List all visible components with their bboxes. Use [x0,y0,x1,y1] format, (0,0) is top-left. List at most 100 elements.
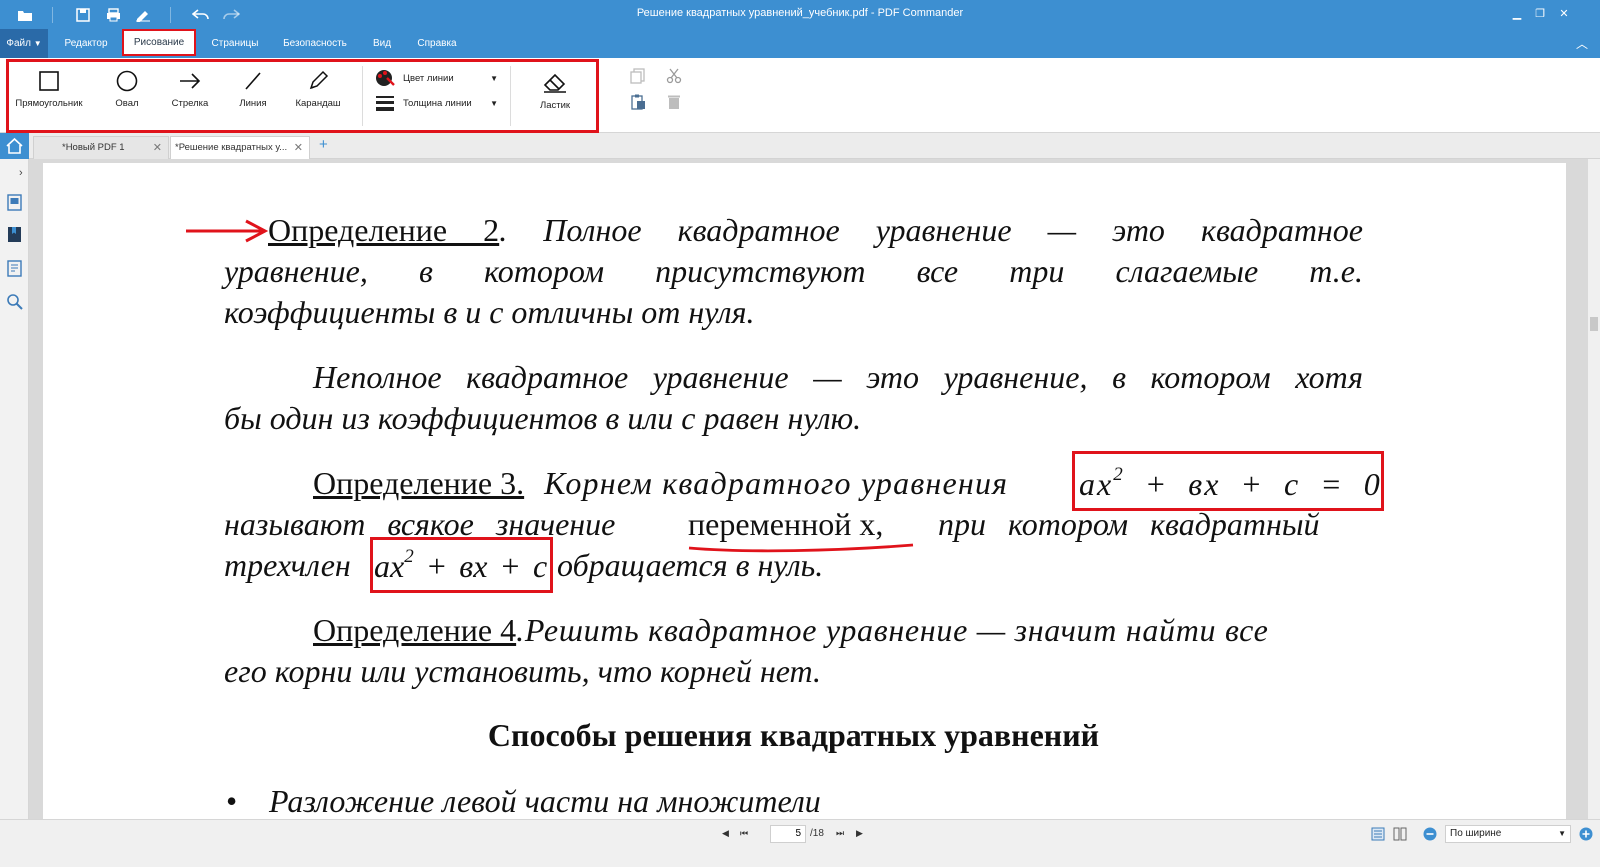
zoom-in-icon[interactable] [1579,827,1593,841]
expand-panel-icon[interactable]: › [19,167,23,179]
menu-pages[interactable]: Страницы [200,29,270,58]
arrow-tool[interactable]: Стрелка [155,70,225,118]
pdf-page: Определение 2. Полное квадратное уравнен… [43,163,1566,819]
pencil-icon [309,70,329,90]
menu-editor[interactable]: Редактор [52,29,120,58]
zoom-select[interactable]: По ширине ▼ [1445,825,1571,843]
oval-tool[interactable]: Овал [92,70,162,118]
menu-file[interactable]: Файл ▼ [0,29,48,58]
annotations-icon[interactable] [6,260,23,277]
paragraph-4-line-1: Определение 4.Решить квадратное уравнени… [313,612,1269,649]
arrow-label: Стрелка [171,98,209,109]
restore-icon[interactable]: ❐ [1531,5,1549,23]
chevron-down-icon: ▼ [490,73,498,83]
line-width-dropdown[interactable]: Толщина линии ▼ [375,93,500,113]
line-color-label: Цвет линии [403,72,454,84]
chevron-down-icon: ▼ [1558,829,1566,838]
menu-security[interactable]: Безопасность [275,29,355,58]
rectangle-icon [39,71,59,91]
first-page-icon[interactable]: ⏮ [740,828,748,839]
copy-icon[interactable] [630,68,646,84]
pencil-tool[interactable]: Карандаш [283,70,353,118]
zoom-value: По ширине [1450,828,1502,839]
last-page-icon[interactable]: ⏭ [836,828,844,839]
oval-label: Овал [115,98,139,109]
scroll-thumb[interactable] [1590,317,1598,331]
bookmarks-icon[interactable] [6,226,23,243]
tab-active-document[interactable]: *Решение квадратных у... ✕ [170,136,310,159]
paragraph-3-line-2-c: при котором квадратный [938,506,1320,542]
close-tab-icon[interactable]: ✕ [153,137,162,159]
definition-4-label: Определение 4 [313,612,517,648]
paragraph-3-line-1: Определение 3. Корнем квадратного уравне… [313,465,1008,502]
menu-view[interactable]: Вид [362,29,402,58]
tab-label: *Новый PDF 1 [62,142,125,153]
new-tab-button[interactable]: + [319,136,328,153]
line-label: Линия [239,98,267,109]
chevron-down-icon: ▼ [490,98,498,108]
palette-icon [376,70,395,86]
home-button[interactable] [0,133,29,159]
delete-icon[interactable] [666,94,682,110]
line-width-label: Толщина линии [403,97,472,109]
page-total: /18 [810,828,824,839]
paragraph-3-text: Корнем квадратного уравнения [544,465,1009,501]
document-viewport: Определение 2. Полное квадратное уравнен… [29,159,1588,819]
home-icon [6,137,23,154]
pencil-label: Карандаш [295,98,341,109]
bullet-marker: • [226,783,238,819]
tab-new-pdf[interactable]: *Новый PDF 1 ✕ [33,136,169,159]
next-page-icon[interactable]: ▶ [856,828,863,839]
two-page-view-icon[interactable] [1393,827,1407,841]
minimize-icon[interactable]: ▁ [1508,5,1526,23]
eraser-icon [543,73,566,93]
paragraph-2-line-2: бы один из коэффициентов в или с равен н… [224,400,862,436]
section-heading: Способы решения квадратных уравнений [487,717,1100,753]
title-bar: Решение квадратных уравнений_учебник.pdf… [0,0,1600,29]
menu-file-label: Файл [6,38,31,49]
close-tab-icon[interactable]: ✕ [294,137,303,159]
tab-label: *Решение квадратных у... [175,142,288,153]
left-rail: › [0,133,29,853]
single-page-view-icon[interactable] [1371,827,1385,841]
thumbnails-icon[interactable] [6,194,23,211]
line-width-icon [376,96,394,111]
chevron-down-icon: ▼ [33,39,42,48]
paragraph-1-line-2: уравнение, в котором присутствуют все тр… [224,253,1363,289]
paragraph-4-line-2: его корни или установить, что корней нет… [224,653,821,689]
rectangle-tool[interactable]: Прямоугольник [14,70,84,118]
page-number-input[interactable]: 5 [770,825,806,843]
eraser-label: Ластик [539,100,571,111]
line-tool[interactable]: Линия [218,70,288,118]
paragraph-3-line-3-a: трехчлен [224,547,351,583]
paragraph-4-text: .Решить квадратное уравнение — значит на… [516,612,1269,648]
zoom-out-icon[interactable] [1423,827,1437,841]
menu-help[interactable]: Справка [409,29,465,58]
line-icon [245,72,261,90]
eraser-tool[interactable]: Ластик [520,70,590,118]
prev-page-icon[interactable]: ◀ [722,828,729,839]
paragraph-3-line-3-b: обращается в нуль. [557,547,824,583]
window-title: Решение квадратных уравнений_учебник.pdf… [636,7,964,19]
cut-icon[interactable] [666,68,682,84]
ribbon-separator [510,66,511,126]
document-tab-bar: *Новый PDF 1 ✕ *Решение квадратных у... … [29,133,1600,159]
collapse-ribbon-icon[interactable]: ︿ [1576,35,1588,52]
close-icon[interactable]: ✕ [1555,5,1573,23]
vertical-scrollbar[interactable] [1588,159,1600,819]
definition-3-label: Определение 3. [313,465,525,501]
paste-icon[interactable] [630,94,646,110]
expression-highlight-box[interactable] [370,537,553,593]
rectangle-label: Прямоугольник [15,98,83,109]
status-bar: ◀ ⏮ 5 /18 ⏭ ▶ По ширине ▼ [0,819,1600,867]
paragraph-1-line-3: коэффициенты в и с отличны от нуля. [224,294,755,330]
menu-bar: Файл ▼ Редактор Рисование Страницы Безоп… [0,29,1600,58]
paragraph-1-text: . Полное квадратное уравнение — это квад… [499,212,1364,248]
search-icon[interactable] [6,293,23,310]
arrow-icon [180,73,201,89]
oval-icon [116,70,138,92]
definition-2-label: Определение 2 [268,212,500,248]
menu-drawing[interactable]: Рисование [122,29,196,56]
line-color-dropdown[interactable]: Цвет линии ▼ [375,68,500,88]
equation-highlight-box[interactable] [1072,451,1384,511]
